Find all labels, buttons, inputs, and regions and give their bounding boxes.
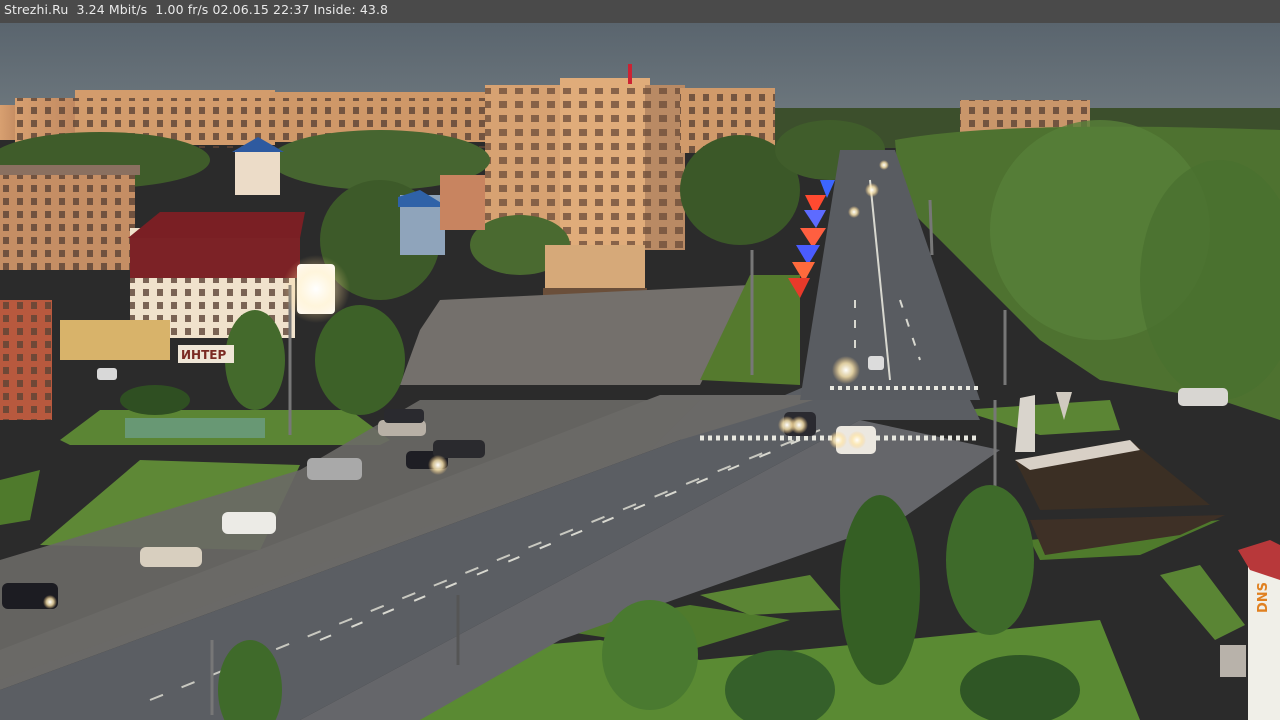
camera-info-bar: Strezhi.Ru 3.24 Mbit/s 1.00 fr/s 02.06.1… bbox=[0, 0, 1280, 23]
datetime: 02.06.15 22:37 bbox=[212, 2, 310, 17]
framerate: 1.00 fr/s bbox=[155, 2, 209, 17]
store-sign-text: ИНТЕР bbox=[181, 348, 226, 362]
trash-bin bbox=[1220, 645, 1246, 677]
dns-banner-text: DNS bbox=[1256, 582, 1271, 613]
camera-info-text: Strezhi.Ru 3.24 Mbit/s 1.00 fr/s 02.06.1… bbox=[4, 2, 388, 17]
webcam-frame: DNS ИНТЕР Strezhi.Ru 3.24 Mbit/s 1.00 fr… bbox=[0, 0, 1280, 720]
bitrate: 3.24 Mbit/s bbox=[76, 2, 148, 17]
kiosk-building bbox=[545, 245, 645, 295]
inside-label: Inside: bbox=[313, 2, 356, 17]
site-name: Strezhi.Ru bbox=[4, 2, 69, 17]
plaza bbox=[400, 285, 750, 385]
monument bbox=[1015, 395, 1035, 452]
inside-value: 43.8 bbox=[359, 2, 389, 17]
city-street-scene: DNS ИНТЕР bbox=[0, 0, 1280, 720]
